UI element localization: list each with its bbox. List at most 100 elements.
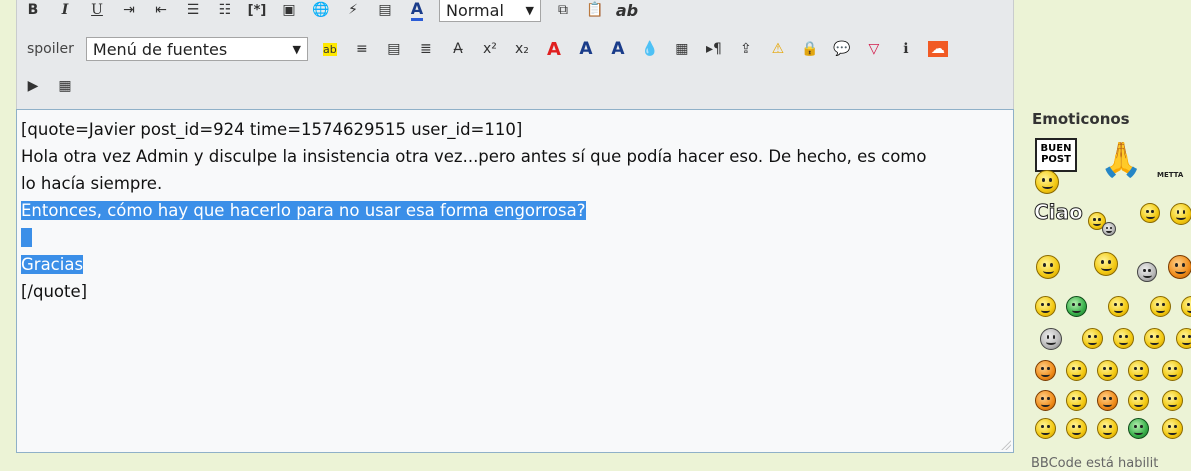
italic-icon: I	[61, 2, 69, 18]
emoticon-smiley-icon[interactable]	[1066, 390, 1087, 411]
align-right-button[interactable]: ≣	[415, 38, 437, 60]
emoticon-smiley-icon[interactable]	[1162, 360, 1183, 381]
emoticon-smiley-icon[interactable]	[1168, 255, 1191, 279]
font-size-select[interactable]: Normal ▼	[439, 0, 541, 22]
ab-button[interactable]: ab	[616, 0, 638, 21]
spoiler-button[interactable]: spoiler	[27, 41, 74, 57]
emoticon-smiley-icon[interactable]	[1094, 252, 1118, 276]
align-center-button[interactable]: ≡	[351, 38, 373, 60]
video-icon: ▤	[378, 2, 392, 18]
emoticon-smiley-icon[interactable]	[1162, 390, 1183, 411]
underline-icon: U	[91, 2, 103, 18]
flash-button[interactable]: ⚡	[342, 0, 364, 21]
italic-button[interactable]: I	[54, 0, 76, 21]
direction-button[interactable]: ▸¶	[703, 38, 725, 60]
message-textarea[interactable]: [quote=Javier post_id=924 time=157462951…	[16, 109, 1014, 453]
outdent-icon[interactable]: ⇤	[150, 0, 172, 21]
soundcloud-icon: ☁	[927, 41, 948, 57]
emoticon-smiley-icon[interactable]	[1176, 328, 1191, 349]
emoticon-ciao[interactable]: Ciao	[1034, 200, 1084, 225]
info-button[interactable]: ℹ	[895, 38, 917, 60]
resize-grip-icon[interactable]	[1001, 440, 1011, 450]
smiley-mouth	[1174, 268, 1186, 275]
smiley-mouth	[1155, 307, 1166, 313]
emoticon-smiley-icon[interactable]	[1035, 360, 1056, 381]
align-justify-button[interactable]: ▤	[383, 38, 405, 60]
editor-line: [/quote]	[21, 278, 1009, 305]
emoticon-smiley-icon[interactable]	[1128, 418, 1149, 439]
shadow-text-button[interactable]: A	[575, 38, 597, 60]
emoticon-smiley-icon[interactable]	[1035, 418, 1056, 439]
selected-text: Gracias	[21, 255, 84, 274]
emoticon-smiley-icon[interactable]	[1097, 418, 1118, 439]
emoticon-smiley-icon[interactable]	[1082, 328, 1103, 349]
smiley-mouth	[1071, 307, 1082, 313]
toolbar-row-3: ▶ ▦	[17, 70, 81, 102]
fade-button[interactable]: 💧	[639, 38, 661, 60]
emoticon-smiley-icon[interactable]	[1035, 390, 1056, 411]
lock-button[interactable]: 🔒	[799, 38, 821, 60]
emoticon-buen-post[interactable]: BUEN POST	[1035, 138, 1077, 172]
font-size-value: Normal	[446, 0, 504, 20]
emoticon-smiley-icon[interactable]	[1066, 418, 1087, 439]
emoticon-smiley-icon[interactable]	[1128, 360, 1149, 381]
emoticon-smiley-icon[interactable]	[1170, 203, 1191, 225]
emoticon-smiley-icon[interactable]	[1035, 170, 1059, 194]
outline-text-icon: A	[546, 38, 561, 60]
link-button[interactable]: 🌐	[310, 0, 332, 21]
font-family-select[interactable]: Menú de fuentes ▼	[85, 37, 308, 61]
emoticon-smiley-icon[interactable]	[1040, 328, 1062, 350]
emoticon-smiley-icon[interactable]	[1066, 360, 1087, 381]
emoticon-smiley-icon[interactable]	[1144, 328, 1165, 349]
emoticon-smiley-icon[interactable]	[1097, 390, 1118, 411]
emoticon-smiley-icon[interactable]	[1140, 203, 1160, 223]
emoticon-smiley-icon[interactable]	[1128, 390, 1149, 411]
gradient-button[interactable]: ▦	[671, 38, 693, 60]
superscript-button[interactable]: x²	[479, 38, 501, 60]
outline-text-button[interactable]: A	[543, 38, 565, 60]
emoticon-smiley-icon[interactable]	[1162, 418, 1183, 439]
emoticon-smiley-icon[interactable]	[1108, 296, 1129, 317]
emoticon-smiley-icon[interactable]	[1113, 328, 1134, 349]
emoticon-praying-hands-icon[interactable]: 🙏	[1100, 140, 1142, 180]
alert-button[interactable]: ▽	[863, 38, 885, 60]
copy-button[interactable]: ⧉	[552, 0, 574, 21]
emoticon-smiley-icon[interactable]	[1097, 360, 1118, 381]
video-button[interactable]: ▤	[374, 0, 396, 21]
play-button[interactable]: ▶	[22, 75, 44, 97]
image-button[interactable]: ▣	[278, 0, 300, 21]
underline-button[interactable]: U	[86, 0, 108, 21]
soundcloud-button[interactable]: ☁	[927, 38, 949, 60]
table-icon: ▦	[58, 78, 72, 94]
smiley-mouth	[1133, 371, 1144, 377]
subscript-button[interactable]: x₂	[511, 38, 533, 60]
indent-icon[interactable]: ⇥	[118, 0, 140, 21]
bullet-list-button[interactable]: ☰	[182, 0, 204, 21]
upload-button[interactable]: ⇪	[735, 38, 757, 60]
emoticon-smiley-icon[interactable]	[1102, 222, 1116, 236]
emoticon-smiley-icon[interactable]	[1035, 296, 1056, 317]
numbered-list-button[interactable]: ☷	[214, 0, 236, 21]
emoticon-smiley-icon[interactable]	[1150, 296, 1171, 317]
emoticon-smiley-icon[interactable]	[1066, 296, 1087, 317]
glow-text-button[interactable]: A	[607, 38, 629, 60]
strikethrough-button[interactable]: A̶	[447, 38, 469, 60]
play-icon: ▶	[27, 78, 39, 94]
emoticons-title: Emoticonos	[1032, 110, 1130, 128]
smiley-mouth	[1040, 429, 1051, 435]
gradient-icon: ▦	[675, 41, 689, 57]
highlight-button[interactable]: ab	[319, 38, 341, 60]
link-icon: 🌐	[312, 2, 330, 18]
table-button[interactable]: ▦	[54, 75, 76, 97]
emoticon-smiley-icon[interactable]	[1036, 255, 1060, 279]
emoticon-metta-label[interactable]: METTA	[1157, 171, 1183, 179]
paste-button[interactable]: 📋	[584, 0, 606, 21]
bullet-list-icon: ☰	[186, 2, 200, 18]
list-item-button[interactable]: [*]	[246, 0, 268, 21]
smiley-mouth	[1118, 339, 1129, 345]
emoticon-smiley-icon[interactable]	[1137, 262, 1157, 282]
speech-button[interactable]: 💬	[831, 38, 853, 60]
warning-button[interactable]: ⚠	[767, 38, 789, 60]
bold-button[interactable]: B	[22, 0, 44, 21]
font-color-button[interactable]: A	[406, 0, 428, 21]
